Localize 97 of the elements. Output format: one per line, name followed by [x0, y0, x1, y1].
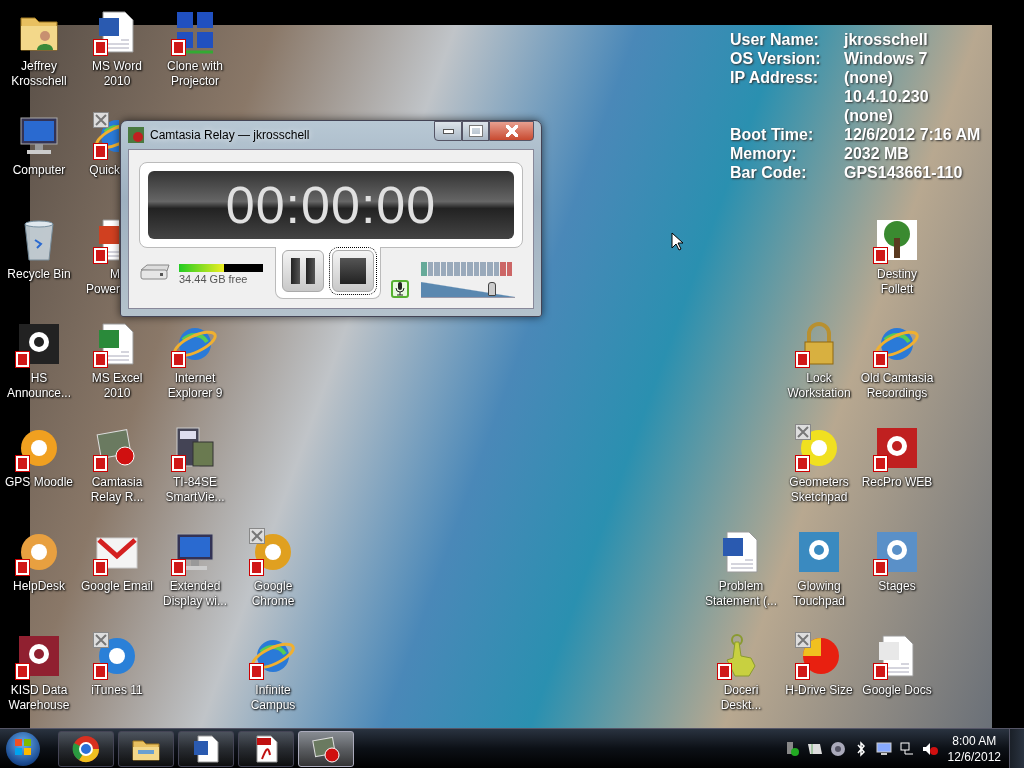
info-value: (none) [844, 68, 894, 87]
info-value: 10.4.10.230 [844, 87, 930, 106]
start-button[interactable] [6, 731, 40, 766]
icon-label[interactable]: Clone with Projector [167, 59, 223, 89]
microphone-button[interactable] [391, 280, 409, 298]
stop-button[interactable] [332, 250, 374, 292]
maximize-button[interactable] [462, 121, 489, 141]
info-label: IP Address: [730, 68, 820, 87]
overlay-badge-icon [15, 455, 30, 472]
icon-label[interactable]: Infinite Campus [250, 683, 296, 713]
overlay-badge-icon [93, 351, 108, 368]
info-label: Bar Code: [730, 163, 808, 182]
icon-label[interactable]: iTunes 11 [91, 683, 143, 698]
icon-label[interactable]: Jeffrey Krosschell [11, 59, 67, 89]
overlay-badge-icon [93, 247, 108, 264]
icon-label[interactable]: Geometers Sketchpad [789, 475, 849, 505]
icon-label[interactable]: Stages [878, 579, 916, 594]
icon-label[interactable]: Destiny Follett [877, 267, 917, 297]
overlay-badge-icon [15, 351, 30, 368]
taskbar-button[interactable] [178, 730, 234, 767]
slider-thumb[interactable] [487, 282, 496, 296]
overlay-badge-icon [795, 455, 810, 472]
cross-box-icon [795, 424, 811, 440]
app-icon [128, 127, 144, 143]
elapsed-time: 00:00:00 [225, 179, 437, 231]
icon-label[interactable]: Problem Statement (... [705, 579, 777, 609]
close-button[interactable] [489, 121, 534, 141]
overlay-badge-icon [15, 663, 30, 680]
overlay-badge-icon [93, 39, 108, 56]
icon-label[interactable]: M Power [86, 267, 120, 297]
overlay-badge-icon [873, 247, 888, 264]
hard-drive-icon [139, 264, 171, 280]
clock-time[interactable]: 8:00 AM [952, 732, 997, 749]
icon-label[interactable]: Google Docs [862, 683, 932, 698]
icon-label[interactable]: Doceri Deskt... [720, 683, 762, 713]
overlay-badge-icon [171, 39, 186, 56]
network-icon[interactable] [898, 740, 915, 757]
info-value: GPS143661-110 [844, 163, 964, 182]
icon-label[interactable]: MS Word 2010 [92, 59, 142, 89]
icon-label[interactable]: GPS Moodle [4, 475, 73, 490]
icon-label[interactable]: H-Drive Size [785, 683, 853, 698]
info-value: 2032 MB [844, 144, 910, 163]
window-title: Camtasia Relay — jkrosschell [150, 128, 311, 142]
overlay-badge-icon [795, 663, 810, 680]
icon-label[interactable]: Extended Display wi... [163, 579, 227, 609]
cross-box-icon [795, 632, 811, 648]
overlay-badge-icon [249, 663, 264, 680]
icon-label[interactable]: Lock Workstation [787, 371, 851, 401]
info-label: Memory: [730, 144, 798, 163]
icon-label[interactable]: Camtasia Relay R... [90, 475, 144, 505]
icon-label[interactable]: Glowing Touchpad [792, 579, 845, 609]
taskbar-button[interactable] [58, 730, 114, 767]
info-label: User Name: [730, 30, 820, 49]
overlay-badge-icon [93, 663, 108, 680]
taskbar-button[interactable] [298, 730, 354, 767]
icon-label[interactable]: TI-84SE SmartVie... [165, 475, 225, 505]
info-value: Windows 7 [844, 49, 929, 68]
windows-logo-icon [14, 738, 32, 756]
icon-label[interactable]: RecPro WEB [861, 475, 933, 490]
overlay-badge-icon [93, 455, 108, 472]
icon-label[interactable]: Quick [89, 163, 120, 178]
icon-label[interactable]: Google Email [80, 579, 153, 594]
overlay-badge-icon [873, 559, 888, 576]
overlay-badge-icon [873, 663, 888, 680]
overlay-badge-icon [795, 351, 810, 368]
overlay-badge-icon [171, 455, 186, 472]
overlay-badge-icon [171, 559, 186, 576]
overlay-badge-icon [93, 559, 108, 576]
microphone-icon [395, 282, 405, 296]
cross-box-icon [249, 528, 265, 544]
info-label: Boot Time: [730, 125, 815, 144]
cross-box-icon [93, 632, 109, 648]
overlay-badge-icon [873, 351, 888, 368]
display-icon[interactable] [875, 740, 892, 757]
overlay-badge-icon [717, 663, 732, 680]
minimize-button[interactable] [434, 121, 462, 141]
disk-free-text: 34.44 GB free [179, 273, 249, 285]
clock-date[interactable]: 12/6/2012 [947, 748, 1001, 765]
icon-label[interactable]: Old Camtasia Recordings [860, 371, 934, 401]
pause-button[interactable] [282, 250, 324, 292]
overlay-badge-icon [249, 559, 264, 576]
overlay-badge-icon [171, 351, 186, 368]
disc-icon[interactable] [829, 740, 846, 757]
info-value: jkrosschell [844, 30, 929, 49]
icon-label[interactable]: Recycle Bin [7, 267, 71, 282]
info-label: OS Version: [730, 49, 822, 68]
taskbar-button[interactable] [238, 730, 294, 767]
cross-box-icon [93, 112, 109, 128]
icon-label[interactable]: Internet Explorer 9 [167, 371, 223, 401]
overlay-badge-icon [93, 143, 108, 160]
info-value: (none) [844, 106, 894, 125]
mouse-pointer-icon [671, 232, 683, 251]
overlay-badge-icon [15, 559, 30, 576]
icon-label[interactable]: MS Excel 2010 [78, 371, 156, 401]
info-value: 12/6/2012 7:16 AM [844, 125, 981, 144]
taskbar-button[interactable] [118, 730, 174, 767]
overlay-badge-icon [873, 455, 888, 472]
